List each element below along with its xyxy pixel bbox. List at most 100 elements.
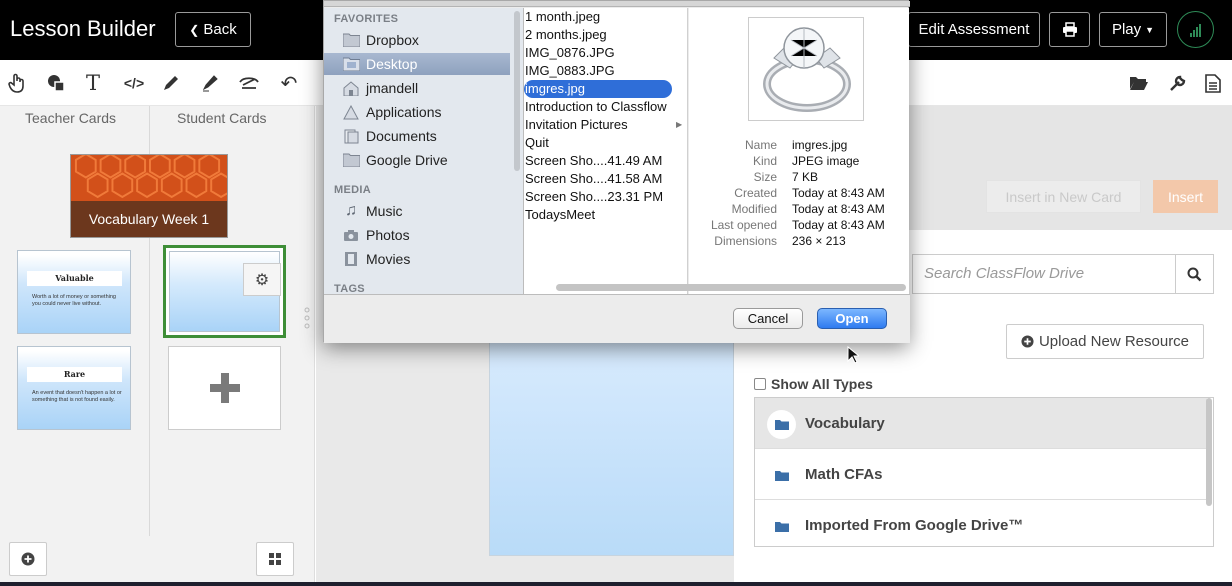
folder-item-label: Invitation Pictures [525,117,628,132]
folder-open-icon[interactable] [1128,72,1150,94]
folder-icon [342,152,360,168]
sidebar-item-label: Dropbox [366,32,419,48]
info-row-last-opened: Last opened Today at 8:43 AM [689,218,909,234]
show-all-types-checkbox[interactable] [754,378,766,390]
caret-down-icon: ▼ [1145,24,1155,35]
cover-card-title: Vocabulary Week 1 [71,201,227,237]
plus-circle-icon [21,552,35,566]
wrench-icon[interactable] [1167,72,1189,94]
sidebar-item-dropbox[interactable]: Dropbox [324,29,510,51]
info-row-size: Size 7 KB [689,170,909,186]
info-key: Name [744,138,777,152]
file-item[interactable]: Introduction to Classflow [524,98,672,116]
search-input[interactable]: Search ClassFlow Drive [912,254,1175,294]
add-circle-button[interactable] [9,542,47,576]
resize-handle-icon[interactable] [303,306,311,330]
file-item[interactable]: IMG_0883.JPG [524,62,672,80]
file-item-selected[interactable]: imgres.jpg [524,80,672,98]
undo-icon[interactable]: ↶ [278,72,300,95]
printer-icon [1062,22,1077,37]
file-item[interactable]: Screen Sho....23.31 PM [524,188,672,206]
insert-new-card-button[interactable]: Insert in New Card [986,180,1141,213]
info-value: 236 × 213 [792,234,846,248]
sidebar-item-label: Music [366,203,403,219]
text-icon[interactable]: T [82,71,104,95]
info-row-name: Name imgres.jpg [689,138,909,154]
file-item[interactable]: Quit [524,134,672,152]
info-value: Today at 8:43 AM [792,202,885,216]
camera-icon [342,227,360,243]
show-all-types-toggle[interactable]: Show All Types [754,376,873,392]
info-value: Today at 8:43 AM [792,218,885,232]
folder-list: Vocabulary Math CFAs Imported From Googl… [754,397,1214,547]
student-cards-label[interactable]: Student Cards [177,110,267,126]
ring-preview-image [748,17,864,121]
tags-header: TAGS [334,283,365,294]
shapes-icon[interactable] [45,72,67,94]
file-item[interactable]: Screen Sho....41.58 AM [524,170,672,188]
play-button[interactable]: Play ▼ [1099,12,1167,47]
eraser-icon[interactable] [238,72,260,94]
folder-icon [767,410,796,439]
folder-row-imported-google-drive[interactable]: Imported From Google Drive™ [755,500,1207,546]
back-button[interactable]: ❮ Back [175,12,251,47]
teacher-cards-label[interactable]: Teacher Cards [25,110,116,126]
sidebar-item-label: Photos [366,227,410,243]
search-button[interactable] [1175,254,1214,294]
card-settings-button[interactable]: ⚙ [243,263,281,296]
play-button-label: Play [1111,21,1142,38]
desktop-folder-icon [342,56,360,72]
file-item[interactable]: 2 months.jpeg [524,26,672,44]
file-item[interactable]: Screen Sho....41.49 AM [524,152,672,170]
sidebar-item-photos[interactable]: Photos [324,224,510,246]
dialog-titlebar [324,1,910,7]
file-item[interactable]: 1 month.jpeg [524,8,672,26]
card-rare[interactable]: Rare An event that doesn't happen a lot … [17,346,131,430]
folder-list-scrollbar[interactable] [1206,398,1212,506]
add-card-button[interactable] [168,346,281,430]
sidebar-item-documents[interactable]: Documents [324,125,510,147]
edit-assessment-button[interactable]: Edit Assessment [908,12,1040,47]
folder-name: Imported From Google Drive™ [805,517,1024,534]
print-button[interactable] [1049,12,1090,47]
upload-button-label: Upload New Resource [1038,333,1190,350]
sidebar-item-google-drive[interactable]: Google Drive [324,149,510,171]
pen-icon[interactable] [160,72,182,94]
grid-view-button[interactable] [256,542,294,576]
mouse-cursor-icon [847,345,861,364]
back-button-label: Back [203,21,237,38]
sidebar-item-music[interactable]: ♫ Music [324,200,510,222]
file-item[interactable]: TodaysMeet [524,206,672,224]
cancel-button[interactable]: Cancel [733,308,803,329]
upload-new-resource-button[interactable]: Upload New Resource [1006,324,1204,359]
sidebar-item-label: Desktop [366,56,418,72]
horizontal-scrollbar[interactable] [556,284,906,291]
sidebar-item-applications[interactable]: Applications [324,101,510,123]
sidebar-item-movies[interactable]: Movies [324,248,510,270]
plus-circle-icon [1021,335,1034,348]
document-icon[interactable] [1202,72,1224,94]
cover-card[interactable]: Vocabulary Week 1 [70,154,228,238]
hand-pointer-icon[interactable] [6,72,28,94]
selected-student-card[interactable]: ⚙ [163,245,286,338]
highlighter-icon[interactable] [199,72,221,94]
folder-row-vocabulary[interactable]: Vocabulary [755,398,1207,449]
sidebar-item-label: Documents [366,128,437,144]
insert-button[interactable]: Insert [1153,180,1218,213]
connection-signal-icon[interactable] [1177,11,1214,48]
code-icon[interactable]: </> [121,72,147,94]
sidebar-item-desktop[interactable]: Desktop [324,53,510,75]
sidebar-item-label: jmandell [366,80,419,96]
folder-name: Math CFAs [805,466,883,483]
folder-item[interactable]: Invitation Pictures ▶ [524,116,682,134]
folder-row-math-cfas[interactable]: Math CFAs [755,449,1207,500]
sidebar-item-jmandell[interactable]: jmandell [324,77,510,99]
open-button[interactable]: Open [817,308,887,329]
music-note-icon: ♫ [345,202,357,219]
info-key: Size [753,170,777,184]
file-item[interactable]: IMG_0876.JPG [524,44,672,62]
sidebar-scrollbar[interactable] [514,11,520,171]
card-title: Rare [27,367,122,382]
card-valuable[interactable]: Valuable Worth a lot of money or somethi… [17,250,131,334]
disclosure-arrow-icon: ▶ [676,120,683,129]
